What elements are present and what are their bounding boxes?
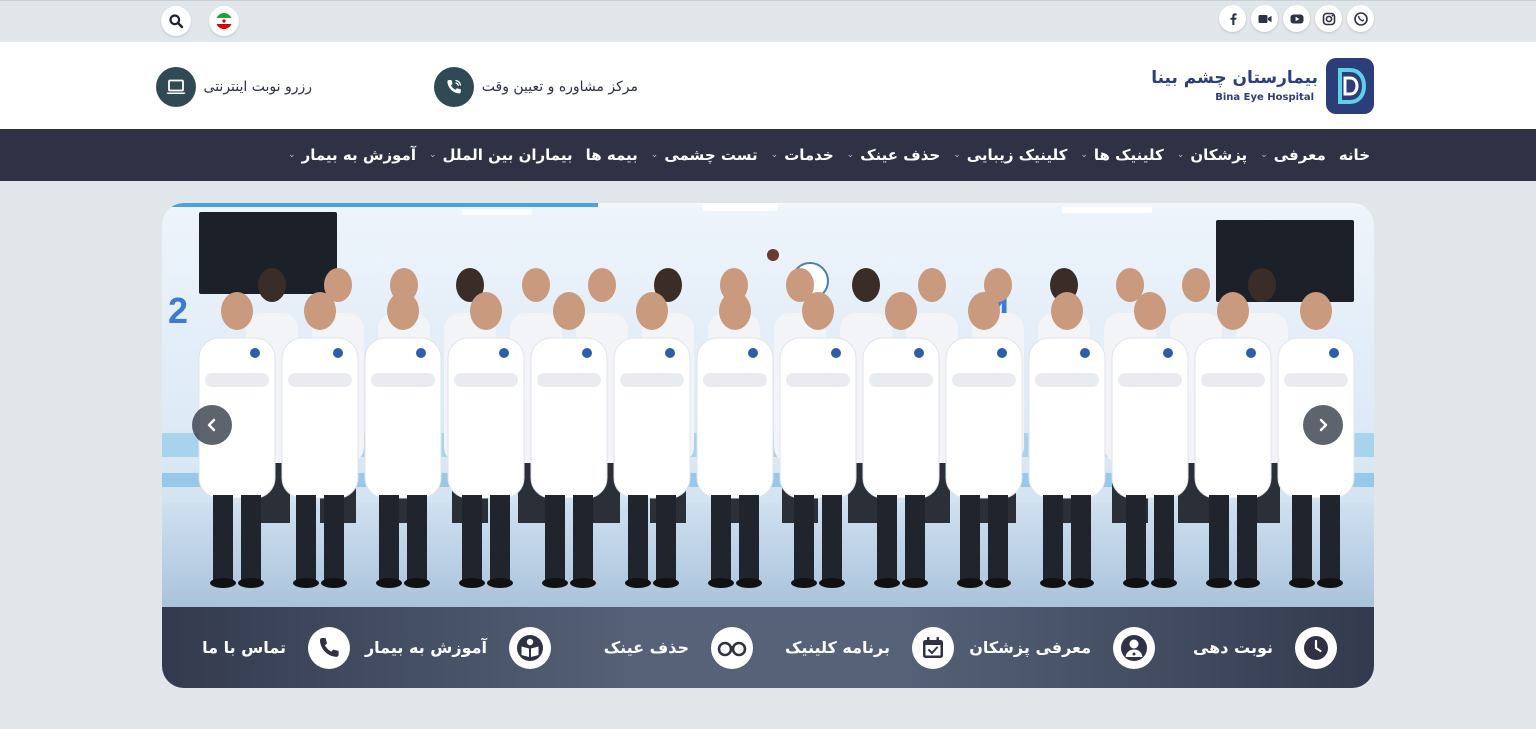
nav-item[interactable]: کلینیک ها ⌄	[1080, 146, 1163, 164]
quick-link-label: آموزش به بیمار	[364, 638, 487, 657]
nav-item-label: خانه	[1338, 146, 1370, 164]
staff-group-photo: 2 4	[162, 203, 1374, 607]
slider-progress-fill	[162, 203, 599, 207]
online-booking-link[interactable]: رزرو نوبت اینترنتی	[155, 67, 312, 107]
nav-item[interactable]: بیماران بین الملل ⌄	[429, 146, 573, 164]
hero-slider: 2 4 نوبت دهی معرفی پزشکان برنا	[162, 203, 1374, 688]
quick-link-label: برنامه کلینیک	[785, 638, 890, 657]
nav-item-label: پزشکان	[1190, 146, 1248, 164]
chevron-down-icon: ⌄	[1080, 150, 1088, 160]
logo-name: بیمارستان چشم بینا	[1151, 68, 1318, 88]
logo-mark	[1326, 58, 1374, 114]
nav-item-label: حذف عینک	[860, 146, 941, 164]
clock-icon	[1295, 626, 1337, 669]
whatsapp-icon[interactable]	[1347, 5, 1374, 32]
nav-item-label: معرفی	[1273, 146, 1326, 164]
laptop-icon	[155, 67, 196, 107]
top-tools	[161, 6, 239, 36]
nav-item[interactable]: پزشکان ⌄	[1177, 146, 1247, 164]
book-reader-icon	[509, 626, 551, 669]
chevron-down-icon: ⌄	[1260, 150, 1268, 160]
chevron-down-icon: ⌄	[1176, 150, 1185, 160]
nav-item[interactable]: آموزش به بیمار ⌄	[288, 146, 416, 164]
quick-link-label: نوبت دهی	[1192, 638, 1273, 657]
doctor-icon	[1113, 626, 1155, 669]
top-bar	[0, 0, 1536, 42]
quick-link-clinic-schedule[interactable]: برنامه کلینیک	[785, 607, 954, 688]
nav-item[interactable]: حذف عینک ⌄	[847, 146, 941, 164]
chevron-down-icon: ⌄	[288, 150, 296, 160]
logo-english-name: Bina Eye Hospital	[1215, 92, 1314, 103]
slider-next-button[interactable]	[1303, 405, 1343, 445]
nav-item[interactable]: خانه	[1339, 146, 1370, 164]
quick-link-refractive[interactable]: حذف عینک	[604, 607, 753, 688]
chevron-down-icon: ⌄	[770, 150, 779, 160]
call-center-label: مرکز مشاوره و تعیین وقت	[481, 79, 638, 95]
flag-iran-icon[interactable]	[209, 6, 239, 36]
nav-item-label: بیماران بین الملل	[442, 146, 573, 164]
chevron-left-icon	[207, 418, 216, 432]
quick-link-patient-education[interactable]: آموزش به بیمار	[365, 607, 551, 688]
slider-prev-button[interactable]	[192, 405, 232, 445]
nav-item-label: تست چشمی	[664, 146, 758, 164]
slider-progress-bar	[162, 203, 1374, 207]
quick-link-label: تماس با ما	[202, 638, 286, 657]
chevron-down-icon: ⌄	[953, 150, 961, 160]
nav-item[interactable]: تست چشمی ⌄	[651, 146, 758, 164]
nav-item-label: بیمه ها	[585, 146, 638, 164]
quick-link-label: معرفی پزشکان	[969, 638, 1091, 657]
nav-item-label: خدمات	[784, 146, 834, 164]
online-booking-label: رزرو نوبت اینترنتی	[203, 79, 312, 95]
site-header: بیمارستان چشم بینا Bina Eye Hospital مرک…	[0, 42, 1536, 129]
phone-ring-icon	[433, 67, 474, 107]
chevron-down-icon: ⌄	[650, 150, 659, 160]
search-icon[interactable]	[161, 6, 191, 36]
glasses-icon	[711, 626, 753, 669]
call-center-link[interactable]: مرکز مشاوره و تعیین وقت	[433, 67, 638, 107]
chevron-down-icon: ⌄	[428, 150, 437, 160]
nav-item-label: کلینیک زیبایی	[966, 146, 1068, 164]
nav-item[interactable]: بیمه ها	[586, 146, 638, 164]
quick-link-contact[interactable]: تماس با ما	[202, 607, 350, 688]
quick-links-bar: نوبت دهی معرفی پزشکان برنامه کلینیک حذف …	[162, 607, 1374, 688]
calendar-icon	[912, 626, 954, 669]
instagram-icon[interactable]	[1315, 5, 1342, 32]
nav-list: خانه معرفی ⌄ پزشکان ⌄ کلینیک ها ⌄ کلینیک زیبایی…	[275, 129, 1370, 181]
nav-item-label: کلینیک ها	[1093, 146, 1164, 164]
chevron-down-icon: ⌄	[846, 150, 855, 160]
quick-link-appointment[interactable]: نوبت دهی	[1193, 607, 1337, 688]
facebook-icon[interactable]	[1219, 5, 1246, 32]
nav-item[interactable]: خدمات ⌄	[771, 146, 834, 164]
video-icon[interactable]	[1251, 5, 1278, 32]
youtube-icon[interactable]	[1283, 5, 1310, 32]
svg-text:2: 2	[168, 290, 188, 331]
phone-icon	[308, 626, 350, 669]
hospital-logo[interactable]: بیمارستان چشم بینا Bina Eye Hospital	[1151, 58, 1374, 116]
nav-item[interactable]: معرفی ⌄	[1260, 146, 1326, 164]
quick-link-doctors[interactable]: معرفی پزشکان	[969, 607, 1155, 688]
quick-link-label: حذف عینک	[603, 638, 689, 657]
social-links	[1219, 5, 1374, 32]
main-nav: خانه معرفی ⌄ پزشکان ⌄ کلینیک ها ⌄ کلینیک زیبایی…	[0, 129, 1536, 181]
nav-item-label: آموزش به بیمار	[301, 146, 416, 164]
chevron-right-icon	[1319, 418, 1328, 432]
nav-item[interactable]: کلینیک زیبایی ⌄	[953, 146, 1067, 164]
